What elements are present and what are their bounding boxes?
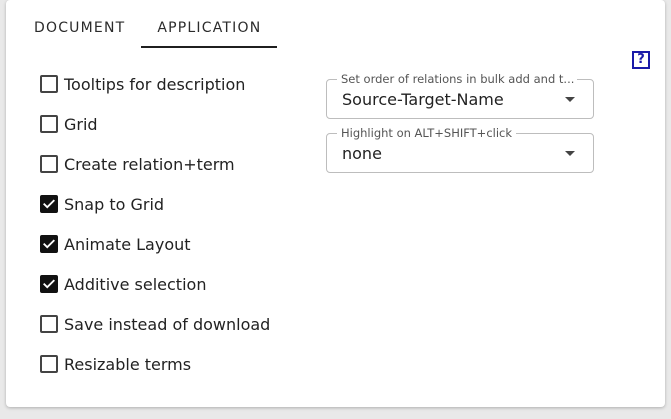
tab-document[interactable]: DOCUMENT	[18, 8, 141, 48]
chevron-down-icon	[565, 97, 575, 102]
option-label: Snap to Grid	[64, 194, 165, 214]
checkbox[interactable]	[40, 115, 58, 133]
option-grid[interactable]: Grid	[40, 104, 270, 144]
highlight-click-value: none	[342, 144, 382, 163]
relation-order-select[interactable]: Set order of relations in bulk add and t…	[326, 72, 594, 119]
checkbox[interactable]	[40, 155, 58, 173]
checkbox[interactable]	[40, 315, 58, 333]
option-additive-selection[interactable]: Additive selection	[40, 264, 270, 304]
checkmark-icon	[43, 239, 55, 249]
option-resizable-terms[interactable]: Resizable terms	[40, 344, 270, 384]
option-snap-to-grid[interactable]: Snap to Grid	[40, 184, 270, 224]
relation-order-legend: Set order of relations in bulk add and t…	[337, 72, 577, 86]
option-label: Grid	[64, 114, 98, 134]
relation-order-value: Source-Target-Name	[342, 90, 504, 109]
tab-application[interactable]: APPLICATION	[141, 8, 278, 48]
options-list: Tooltips for description Grid Create rel…	[40, 64, 270, 384]
checkmark-icon	[43, 279, 55, 289]
checkbox[interactable]	[40, 75, 58, 93]
checkbox[interactable]	[40, 235, 58, 253]
chevron-down-icon	[565, 151, 575, 156]
checkmark-icon	[43, 199, 55, 209]
option-label: Create relation+term	[64, 154, 235, 174]
option-create-relation-term[interactable]: Create relation+term	[40, 144, 270, 184]
option-label: Tooltips for description	[64, 74, 246, 94]
option-label: Animate Layout	[64, 234, 191, 254]
highlight-click-legend: Highlight on ALT+SHIFT+click	[337, 126, 517, 140]
option-save-instead-of-download[interactable]: Save instead of download	[40, 304, 270, 344]
option-tooltips-for-description[interactable]: Tooltips for description	[40, 64, 270, 104]
settings-panel: DOCUMENT APPLICATION ? Tooltips for desc…	[6, 0, 665, 407]
option-animate-layout[interactable]: Animate Layout	[40, 224, 270, 264]
option-label: Save instead of download	[64, 314, 271, 334]
help-icon[interactable]: ?	[632, 51, 650, 69]
tab-bar: DOCUMENT APPLICATION	[18, 8, 278, 48]
checkbox[interactable]	[40, 275, 58, 293]
highlight-click-select[interactable]: Highlight on ALT+SHIFT+click none	[326, 126, 594, 173]
option-label: Additive selection	[64, 274, 207, 294]
checkbox[interactable]	[40, 355, 58, 373]
tab-document-label: DOCUMENT	[34, 20, 126, 36]
checkbox[interactable]	[40, 195, 58, 213]
tab-application-label: APPLICATION	[157, 20, 262, 36]
option-label: Resizable terms	[64, 354, 192, 374]
